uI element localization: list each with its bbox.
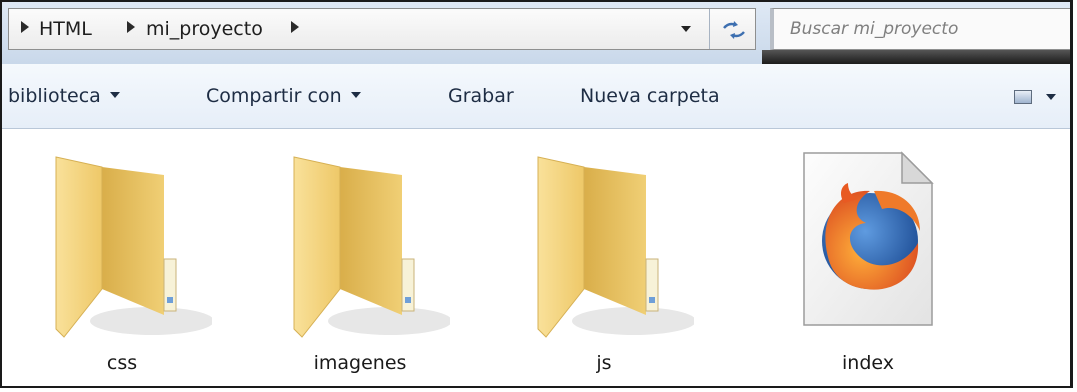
breadcrumb-separator-icon[interactable] [291, 21, 299, 33]
file-item-css[interactable]: css [32, 139, 212, 379]
folder-icon [293, 156, 450, 338]
file-name: index [842, 352, 894, 374]
share-with-label: Compartir con [206, 85, 342, 107]
change-view-icon[interactable] [1014, 90, 1032, 104]
breadcrumb-html[interactable]: HTML [39, 17, 92, 41]
breadcrumb-separator-icon[interactable] [127, 21, 135, 33]
folder-icon [55, 156, 212, 338]
share-with-menu-button[interactable]: Compartir con [206, 83, 361, 109]
burn-label: Grabar [448, 85, 514, 107]
explorer-window: HTML mi_proyecto biblioteca Compartir co… [0, 0, 1073, 388]
breadcrumb-root-arrow-icon[interactable] [21, 21, 29, 33]
file-name: css [106, 352, 138, 374]
library-menu-label: biblioteca [8, 85, 101, 107]
file-name: js [596, 352, 612, 374]
library-menu-button[interactable]: biblioteca [8, 83, 120, 109]
file-list: css imagenes js index [2, 129, 1070, 386]
title-strip [762, 50, 1070, 64]
new-folder-button[interactable]: Nueva carpeta [580, 83, 720, 109]
file-item-imagenes[interactable]: imagenes [270, 139, 450, 379]
file-item-index[interactable]: index [778, 139, 958, 379]
address-history-dropdown-icon[interactable] [681, 26, 691, 32]
new-folder-label: Nueva carpeta [580, 85, 720, 107]
file-name: imagenes [313, 352, 407, 374]
breadcrumb-mi-proyecto[interactable]: mi_proyecto [146, 17, 263, 41]
chevron-down-icon [109, 91, 120, 98]
refresh-icon[interactable] [721, 18, 747, 42]
burn-button[interactable]: Grabar [448, 83, 514, 109]
file-item-js[interactable]: js [514, 139, 694, 379]
chevron-down-icon [350, 91, 361, 98]
search-box[interactable] [770, 8, 1070, 50]
command-toolbar: biblioteca Compartir con Grabar Nueva ca… [2, 64, 1070, 129]
address-box[interactable]: HTML mi_proyecto [8, 8, 756, 50]
address-toolbar: HTML mi_proyecto [2, 2, 1070, 64]
firefox-document-icon [803, 151, 934, 326]
view-options-dropdown-icon[interactable] [1046, 94, 1056, 100]
search-input[interactable] [790, 15, 1060, 43]
address-divider [709, 9, 710, 49]
folder-icon [537, 156, 694, 338]
